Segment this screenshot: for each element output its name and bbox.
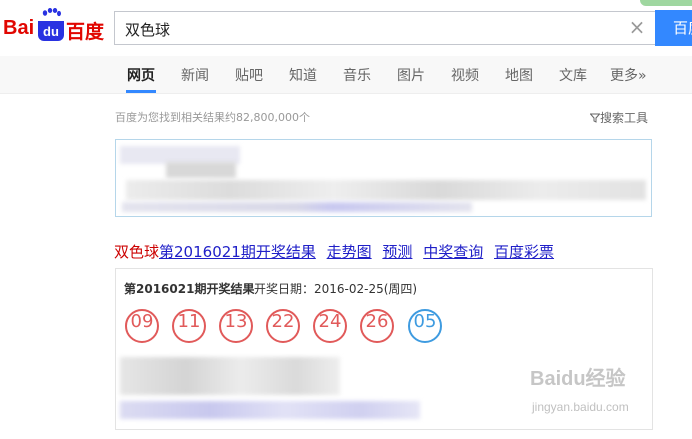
red-ball: 26: [360, 309, 394, 343]
search-tools-label: 搜索工具: [600, 111, 649, 125]
search-tools-button[interactable]: 搜索工具: [589, 109, 649, 126]
search-box[interactable]: [114, 11, 655, 45]
red-ball: 22: [266, 309, 300, 343]
link-trend[interactable]: 走势图: [327, 243, 372, 261]
tab-video[interactable]: 视频: [451, 65, 479, 85]
title-highlight: 双色球: [114, 243, 160, 261]
search-button[interactable]: 百度一下: [655, 10, 692, 46]
close-icon[interactable]: ×: [628, 17, 646, 37]
baidu-logo[interactable]: Bai du 百度: [3, 5, 107, 45]
link-prize-query[interactable]: 中奖查询: [423, 243, 483, 261]
link-baidu-lottery[interactable]: 百度彩票: [494, 243, 554, 261]
link-predict[interactable]: 预测: [382, 243, 412, 261]
blurred-result-block: [115, 139, 652, 217]
watermark-text: Baidu经验: [530, 368, 626, 390]
search-input[interactable]: [123, 18, 627, 40]
tab-map[interactable]: 地图: [505, 65, 533, 85]
logo-text-du: du: [38, 21, 64, 41]
blue-ball: 05: [408, 309, 442, 343]
tab-more[interactable]: 更多»: [610, 65, 647, 85]
draw-date: 开奖日期：2016-02-25(周四): [254, 282, 418, 296]
red-ball: 24: [313, 309, 347, 343]
tab-music[interactable]: 音乐: [343, 65, 371, 85]
tab-tieba[interactable]: 贴吧: [235, 65, 263, 85]
tab-news[interactable]: 新闻: [181, 65, 209, 85]
filter-icon: [589, 113, 601, 123]
tab-images[interactable]: 图片: [397, 65, 425, 85]
tab-wenku[interactable]: 文库: [559, 65, 587, 85]
active-tab-indicator: [126, 90, 156, 93]
tab-web[interactable]: 网页: [127, 65, 155, 85]
watermark-url: jingyan.baidu.com: [532, 400, 629, 414]
red-ball: 13: [219, 309, 253, 343]
logo-text-bai: Bai: [3, 17, 35, 39]
nav-tabs: 网页 新闻 贴吧 知道 音乐 图片 视频 地图 文库 更多»: [0, 56, 692, 94]
red-ball: 11: [172, 309, 206, 343]
result-count: 百度为您找到相关结果约82,800,000个: [115, 111, 310, 124]
tab-zhidao[interactable]: 知道: [289, 65, 317, 85]
title-link[interactable]: 第2016021期开奖结果: [159, 243, 316, 261]
red-ball: 09: [125, 309, 159, 343]
watermark: Baidu经验 jingyan.baidu.com: [530, 362, 670, 422]
logo-text-cn: 百度: [66, 21, 105, 43]
top-right-decoration: [640, 0, 692, 6]
paw-icon: [42, 8, 61, 17]
issue-title: 第2016021期开奖结果: [124, 282, 255, 296]
result-title[interactable]: 双色球第2016021期开奖结果 走势图 预测 中奖查询 百度彩票: [114, 241, 560, 262]
